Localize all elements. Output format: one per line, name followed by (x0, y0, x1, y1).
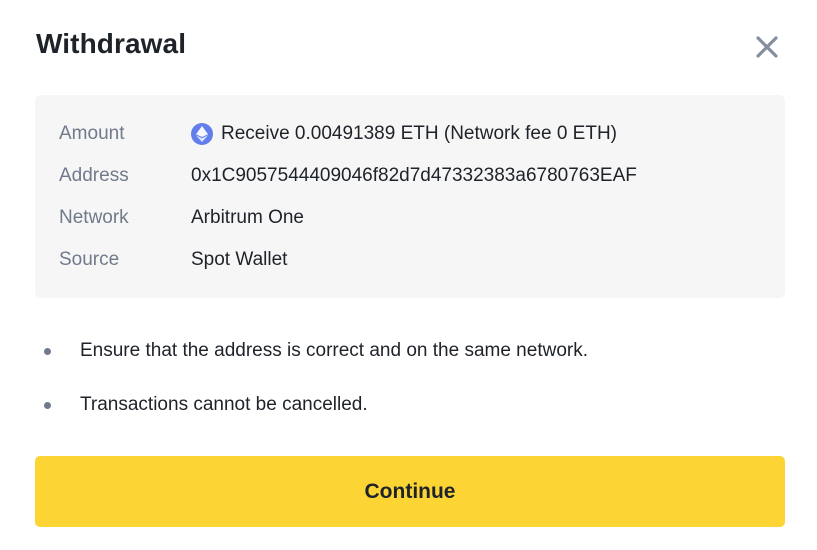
withdrawal-dialog: Withdrawal Amount Receive 0.00491389 ETH… (0, 0, 817, 550)
network-value: Arbitrum One (191, 207, 304, 228)
note-text: Transactions cannot be cancelled. (80, 394, 368, 415)
network-label: Network (59, 207, 129, 228)
amount-value-wrap: Receive 0.00491389 ETH (Network fee 0 ET… (191, 123, 617, 145)
dialog-title: Withdrawal (36, 28, 187, 59)
close-icon (756, 36, 778, 58)
bullet-icon (44, 347, 51, 355)
detail-row-amount: Amount Receive 0.00491389 ETH (Network f… (59, 119, 617, 149)
source-label: Source (59, 249, 120, 270)
list-item: Ensure that the address is correct and o… (44, 336, 588, 366)
detail-row-network: Network Arbitrum One (59, 203, 304, 233)
ethereum-icon (191, 123, 213, 145)
detail-row-source: Source Spot Wallet (59, 245, 287, 275)
close-button[interactable] (747, 27, 787, 67)
amount-value: Receive 0.00491389 ETH (Network fee 0 ET… (221, 123, 618, 144)
amount-label: Amount (59, 123, 125, 144)
note-text: Ensure that the address is correct and o… (80, 340, 588, 361)
continue-button[interactable]: Continue (35, 456, 785, 527)
source-value: Spot Wallet (191, 249, 288, 270)
bullet-icon (44, 401, 51, 409)
detail-row-address: Address 0x1C9057544409046f82d7d47332383a… (59, 161, 637, 191)
address-value: 0x1C9057544409046f82d7d47332383a6780763E… (191, 165, 637, 186)
list-item: Transactions cannot be cancelled. (44, 390, 368, 420)
address-label: Address (59, 165, 129, 186)
